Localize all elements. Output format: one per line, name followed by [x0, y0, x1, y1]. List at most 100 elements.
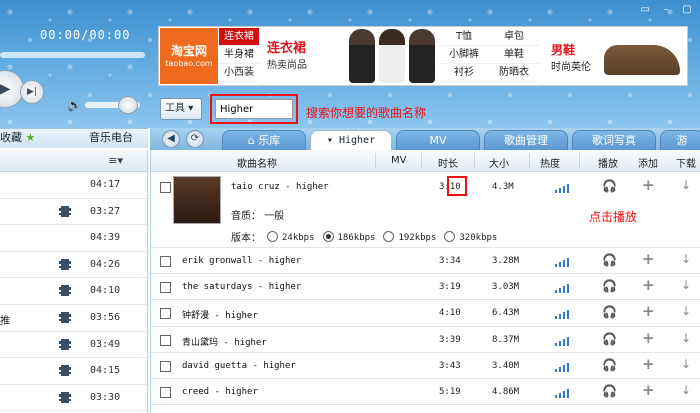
song-name[interactable]: 钟舒漫 - higher	[182, 308, 258, 321]
mini-mode-icon[interactable]: ▭	[636, 3, 654, 17]
download-icon[interactable]: ↓	[681, 357, 691, 371]
ad-link[interactable]: 半身裙	[219, 46, 259, 64]
back-icon[interactable]: ◀	[162, 130, 180, 148]
add-icon[interactable]: +	[642, 329, 655, 347]
download-icon[interactable]: ↓	[681, 331, 691, 345]
table-row[interactable]: 青山黛玛 - higher 3:39 8.37M 🎧 + ↓	[151, 327, 700, 353]
headphone-icon[interactable]: 🎧	[602, 179, 617, 193]
maximize-icon[interactable]: ▢	[678, 3, 696, 17]
headphone-icon[interactable]: 🎧	[602, 253, 617, 267]
song-name[interactable]: taio cruz - higher	[231, 182, 329, 192]
ad-link[interactable]: 卓包	[489, 28, 539, 46]
song-name[interactable]: david guetta - higher	[182, 361, 296, 371]
bitrate-option[interactable]: 320kbps	[444, 230, 505, 243]
ad-shoes[interactable]: 男鞋 时尚英伦	[551, 41, 591, 73]
next-button[interactable]: ▶|	[20, 80, 44, 104]
playlist-item[interactable]: 03:30	[0, 385, 147, 412]
tab-mv[interactable]: MV	[396, 130, 480, 150]
add-icon[interactable]: +	[642, 176, 655, 194]
volume-icon[interactable]: 🔈	[67, 98, 82, 112]
mv-icon[interactable]	[59, 338, 71, 350]
mv-icon[interactable]	[59, 205, 71, 217]
mv-icon[interactable]	[59, 391, 71, 403]
add-icon[interactable]: +	[642, 381, 655, 399]
radio-icon[interactable]	[444, 230, 456, 242]
playlist-item[interactable]: 推 03:56	[0, 305, 147, 332]
tools-button[interactable]: 工具 ▾	[160, 98, 202, 120]
bitrate-option[interactable]: 24kbps	[267, 230, 323, 243]
tab-search-result[interactable]: ▾ Higher	[310, 130, 392, 150]
tab-lyrics[interactable]: 歌词写真	[572, 130, 656, 150]
col-name[interactable]: 歌曲名称	[237, 155, 277, 170]
refresh-icon[interactable]: ⟳	[186, 130, 204, 148]
headphone-icon[interactable]: 🎧	[602, 332, 617, 346]
playlist-item[interactable]: 04:10	[0, 278, 147, 305]
headphone-icon[interactable]: 🎧	[602, 384, 617, 398]
ad-link[interactable]: 小西装	[219, 64, 259, 82]
table-row[interactable]: erik gronwall - higher 3:34 3.28M 🎧 + ↓	[151, 248, 700, 275]
row-checkbox[interactable]	[160, 308, 171, 320]
playlist-item[interactable]: 04:26	[0, 252, 147, 279]
download-icon[interactable]: ↓	[681, 178, 691, 192]
radio-tab[interactable]: 音乐电台	[74, 129, 148, 148]
playlist-item[interactable]: 03:49	[0, 332, 147, 359]
row-checkbox[interactable]	[160, 360, 171, 372]
song-name[interactable]: 青山黛玛 - higher	[182, 335, 267, 348]
ad-dress[interactable]: 连衣裙 热卖尚品	[267, 37, 307, 71]
table-row[interactable]: creed - higher 5:19 4.86M 🎧 + ↓	[151, 379, 700, 406]
progress-bar[interactable]	[0, 52, 145, 58]
table-row[interactable]: david guetta - higher 3:43 3.40M 🎧 + ↓	[151, 353, 700, 379]
mv-icon[interactable]	[59, 311, 71, 323]
col-heat[interactable]: 热度	[540, 155, 560, 170]
model-image[interactable]	[379, 29, 405, 83]
mv-icon[interactable]	[59, 365, 71, 377]
ad-link[interactable]: 小脚裤	[439, 46, 489, 64]
tab-games[interactable]: 游	[660, 130, 700, 150]
col-size[interactable]: 大小	[489, 155, 509, 170]
mv-icon[interactable]	[59, 258, 71, 270]
row-checkbox[interactable]	[160, 334, 171, 346]
row-checkbox[interactable]	[160, 256, 171, 267]
volume-knob[interactable]	[118, 96, 138, 114]
add-icon[interactable]: +	[642, 302, 655, 320]
bitrate-option[interactable]: 192kbps	[383, 230, 444, 243]
radio-icon[interactable]	[383, 230, 395, 242]
list-menu-icon[interactable]: ≡▾	[108, 154, 123, 167]
model-image[interactable]	[409, 29, 435, 83]
ad-link[interactable]: T恤	[439, 28, 489, 46]
ad-banner[interactable]: 淘宝网 taobao.com 连衣裙 半身裙 小西装 连衣裙 热卖尚品 T恤 卓…	[158, 26, 688, 86]
mv-icon[interactable]	[59, 285, 71, 297]
add-icon[interactable]: +	[642, 250, 655, 268]
bitrate-option[interactable]: 186kbps	[322, 230, 384, 243]
playlist-item[interactable]: 03:27	[0, 199, 147, 226]
row-checkbox[interactable]	[160, 386, 171, 398]
download-icon[interactable]: ↓	[681, 383, 691, 397]
ad-link[interactable]: 单鞋	[489, 46, 539, 64]
col-duration[interactable]: 时长	[438, 155, 458, 170]
playlist-item[interactable]: 04:39	[0, 225, 147, 252]
table-row[interactable]: 钟舒漫 - higher 4:10 6.43M 🎧 + ↓	[151, 300, 700, 327]
tab-song-manage[interactable]: 歌曲管理	[484, 130, 568, 150]
add-icon[interactable]: +	[642, 276, 655, 294]
row-checkbox[interactable]	[160, 282, 171, 294]
download-icon[interactable]: ↓	[681, 304, 691, 318]
download-icon[interactable]: ↓	[681, 252, 691, 266]
tab-library[interactable]: ⌂ 乐库	[222, 130, 306, 150]
ad-link[interactable]: 连衣裙	[219, 28, 259, 46]
download-icon[interactable]: ↓	[681, 278, 691, 292]
song-name[interactable]: creed - higher	[182, 387, 258, 397]
ad-link[interactable]: 防晒衣	[489, 64, 539, 82]
radio-icon[interactable]	[267, 230, 278, 242]
shoe-image[interactable]	[604, 45, 680, 75]
table-row[interactable]: the saturdays - higher 3:19 3.03M 🎧 + ↓	[151, 274, 700, 301]
minimize-icon[interactable]: –	[657, 3, 675, 17]
headphone-icon[interactable]: 🎧	[602, 358, 617, 372]
row-checkbox[interactable]	[160, 182, 171, 193]
playlist-item[interactable]: 04:15	[0, 358, 147, 385]
favorites-tab[interactable]: 收藏 ★	[0, 129, 74, 148]
headphone-icon[interactable]: 🎧	[602, 305, 617, 319]
playlist-item[interactable]: 04:17	[0, 172, 147, 199]
model-image[interactable]	[349, 29, 375, 83]
add-icon[interactable]: +	[642, 355, 655, 373]
headphone-icon[interactable]: 🎧	[602, 279, 617, 293]
